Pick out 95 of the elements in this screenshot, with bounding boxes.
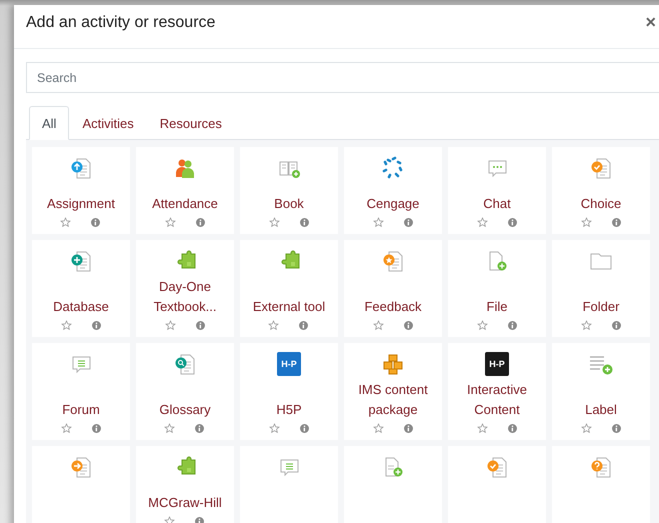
document-star-icon bbox=[381, 249, 405, 273]
star-button[interactable] bbox=[476, 320, 488, 331]
star-button[interactable] bbox=[372, 217, 384, 228]
info-button[interactable] bbox=[298, 217, 310, 228]
info-button[interactable] bbox=[90, 320, 102, 331]
h5p-logo: H-P bbox=[277, 352, 301, 376]
star-button[interactable] bbox=[580, 423, 592, 434]
tab[interactable]: Resources bbox=[146, 106, 235, 140]
star-button[interactable] bbox=[476, 423, 488, 434]
activity-name: Feedback bbox=[364, 298, 422, 316]
activity-name: H5P bbox=[276, 401, 302, 419]
activity-card[interactable]: Cengage bbox=[344, 147, 442, 234]
star-button[interactable] bbox=[268, 423, 280, 434]
activity-card[interactable]: Book bbox=[240, 147, 338, 234]
info-button[interactable] bbox=[90, 217, 102, 228]
star-button[interactable] bbox=[164, 423, 176, 434]
info-button[interactable] bbox=[194, 217, 206, 228]
activity-name: Glossary bbox=[159, 401, 211, 419]
activity-name: Forum bbox=[62, 401, 100, 419]
activity-card[interactable]: Label bbox=[552, 343, 650, 440]
activity-card[interactable] bbox=[32, 446, 130, 523]
question-document-icon bbox=[589, 455, 613, 479]
activity-name: Day-One Textbook... bbox=[152, 278, 218, 316]
activity-card[interactable]: Database bbox=[32, 240, 130, 337]
star-button[interactable] bbox=[268, 320, 280, 331]
activity-card[interactable]: MCGraw-Hill bbox=[136, 446, 234, 523]
info-button[interactable] bbox=[506, 423, 518, 434]
activity-card[interactable] bbox=[552, 446, 650, 523]
h5p-logo: H-P bbox=[485, 352, 509, 376]
info-button[interactable] bbox=[402, 320, 414, 331]
activity-card[interactable]: Forum bbox=[32, 343, 130, 440]
activity-card[interactable]: H-P H5P bbox=[240, 343, 338, 440]
star-button[interactable] bbox=[580, 320, 592, 331]
star-button[interactable] bbox=[372, 423, 384, 434]
info-button[interactable] bbox=[402, 423, 414, 434]
activity-name: Choice bbox=[580, 195, 622, 213]
activity-name: Assignment bbox=[47, 195, 115, 213]
activity-name: External tool bbox=[252, 298, 326, 316]
dots-ring-icon bbox=[381, 156, 405, 180]
info-button[interactable] bbox=[402, 217, 414, 228]
activity-card[interactable]: Attendance bbox=[136, 147, 234, 234]
document-upload-icon bbox=[69, 156, 93, 180]
info-button[interactable] bbox=[298, 320, 310, 331]
activity-card[interactable]: Glossary bbox=[136, 343, 234, 440]
star-button[interactable] bbox=[60, 217, 72, 228]
activity-name: MCGraw-Hill bbox=[148, 494, 222, 512]
star-button[interactable] bbox=[164, 320, 176, 331]
activity-name: File bbox=[486, 298, 508, 316]
document-search-icon bbox=[173, 352, 197, 376]
activity-card[interactable] bbox=[448, 446, 546, 523]
activity-name: Label bbox=[585, 401, 617, 419]
boxes-icon bbox=[381, 352, 405, 376]
search-field[interactable]: Search bbox=[26, 62, 659, 93]
activity-card[interactable]: Assignment bbox=[32, 147, 130, 234]
activity-card[interactable]: Choice bbox=[552, 147, 650, 234]
dialog-title: Add an activity or resource bbox=[26, 14, 216, 32]
activity-name: Book bbox=[274, 195, 304, 213]
star-button[interactable] bbox=[476, 217, 488, 228]
tab[interactable]: All bbox=[29, 106, 70, 140]
info-button[interactable] bbox=[610, 217, 622, 228]
info-button[interactable] bbox=[298, 423, 310, 434]
document-arrow-icon bbox=[69, 455, 93, 479]
activity-card[interactable]: File bbox=[448, 240, 546, 337]
info-button[interactable] bbox=[90, 423, 102, 434]
activity-name: Attendance bbox=[152, 195, 218, 213]
info-button[interactable] bbox=[194, 320, 206, 331]
activity-card[interactable]: Folder bbox=[552, 240, 650, 337]
checklist-icon bbox=[485, 455, 509, 479]
checklist-icon bbox=[589, 156, 613, 180]
star-button[interactable] bbox=[580, 217, 592, 228]
activity-name: Cengage bbox=[366, 195, 420, 213]
tab[interactable]: Activities bbox=[69, 106, 147, 140]
activity-name: Folder bbox=[582, 298, 620, 316]
info-button[interactable] bbox=[506, 320, 518, 331]
info-button[interactable] bbox=[610, 423, 622, 434]
star-button[interactable] bbox=[60, 320, 72, 331]
activity-card[interactable]: Chat bbox=[448, 147, 546, 234]
activity-card[interactable]: External tool bbox=[240, 240, 338, 337]
activity-card[interactable]: Feedback bbox=[344, 240, 442, 337]
activity-name: Chat bbox=[483, 195, 511, 213]
activity-name: Interactive Content bbox=[466, 381, 528, 419]
activity-card[interactable]: IMS content package bbox=[344, 343, 442, 440]
info-button[interactable] bbox=[194, 423, 206, 434]
star-button[interactable] bbox=[60, 423, 72, 434]
activity-card[interactable]: H-P Interactive Content bbox=[448, 343, 546, 440]
info-button[interactable] bbox=[506, 217, 518, 228]
close-button[interactable]: × bbox=[645, 12, 656, 33]
activity-card[interactable]: Day-One Textbook... bbox=[136, 240, 234, 337]
star-button[interactable] bbox=[372, 320, 384, 331]
star-button[interactable] bbox=[268, 217, 280, 228]
star-button[interactable] bbox=[164, 217, 176, 228]
activity-name: Database bbox=[53, 298, 109, 316]
activity-name: IMS content package bbox=[357, 381, 429, 419]
info-button[interactable] bbox=[610, 320, 622, 331]
document-plus-icon bbox=[69, 249, 93, 273]
